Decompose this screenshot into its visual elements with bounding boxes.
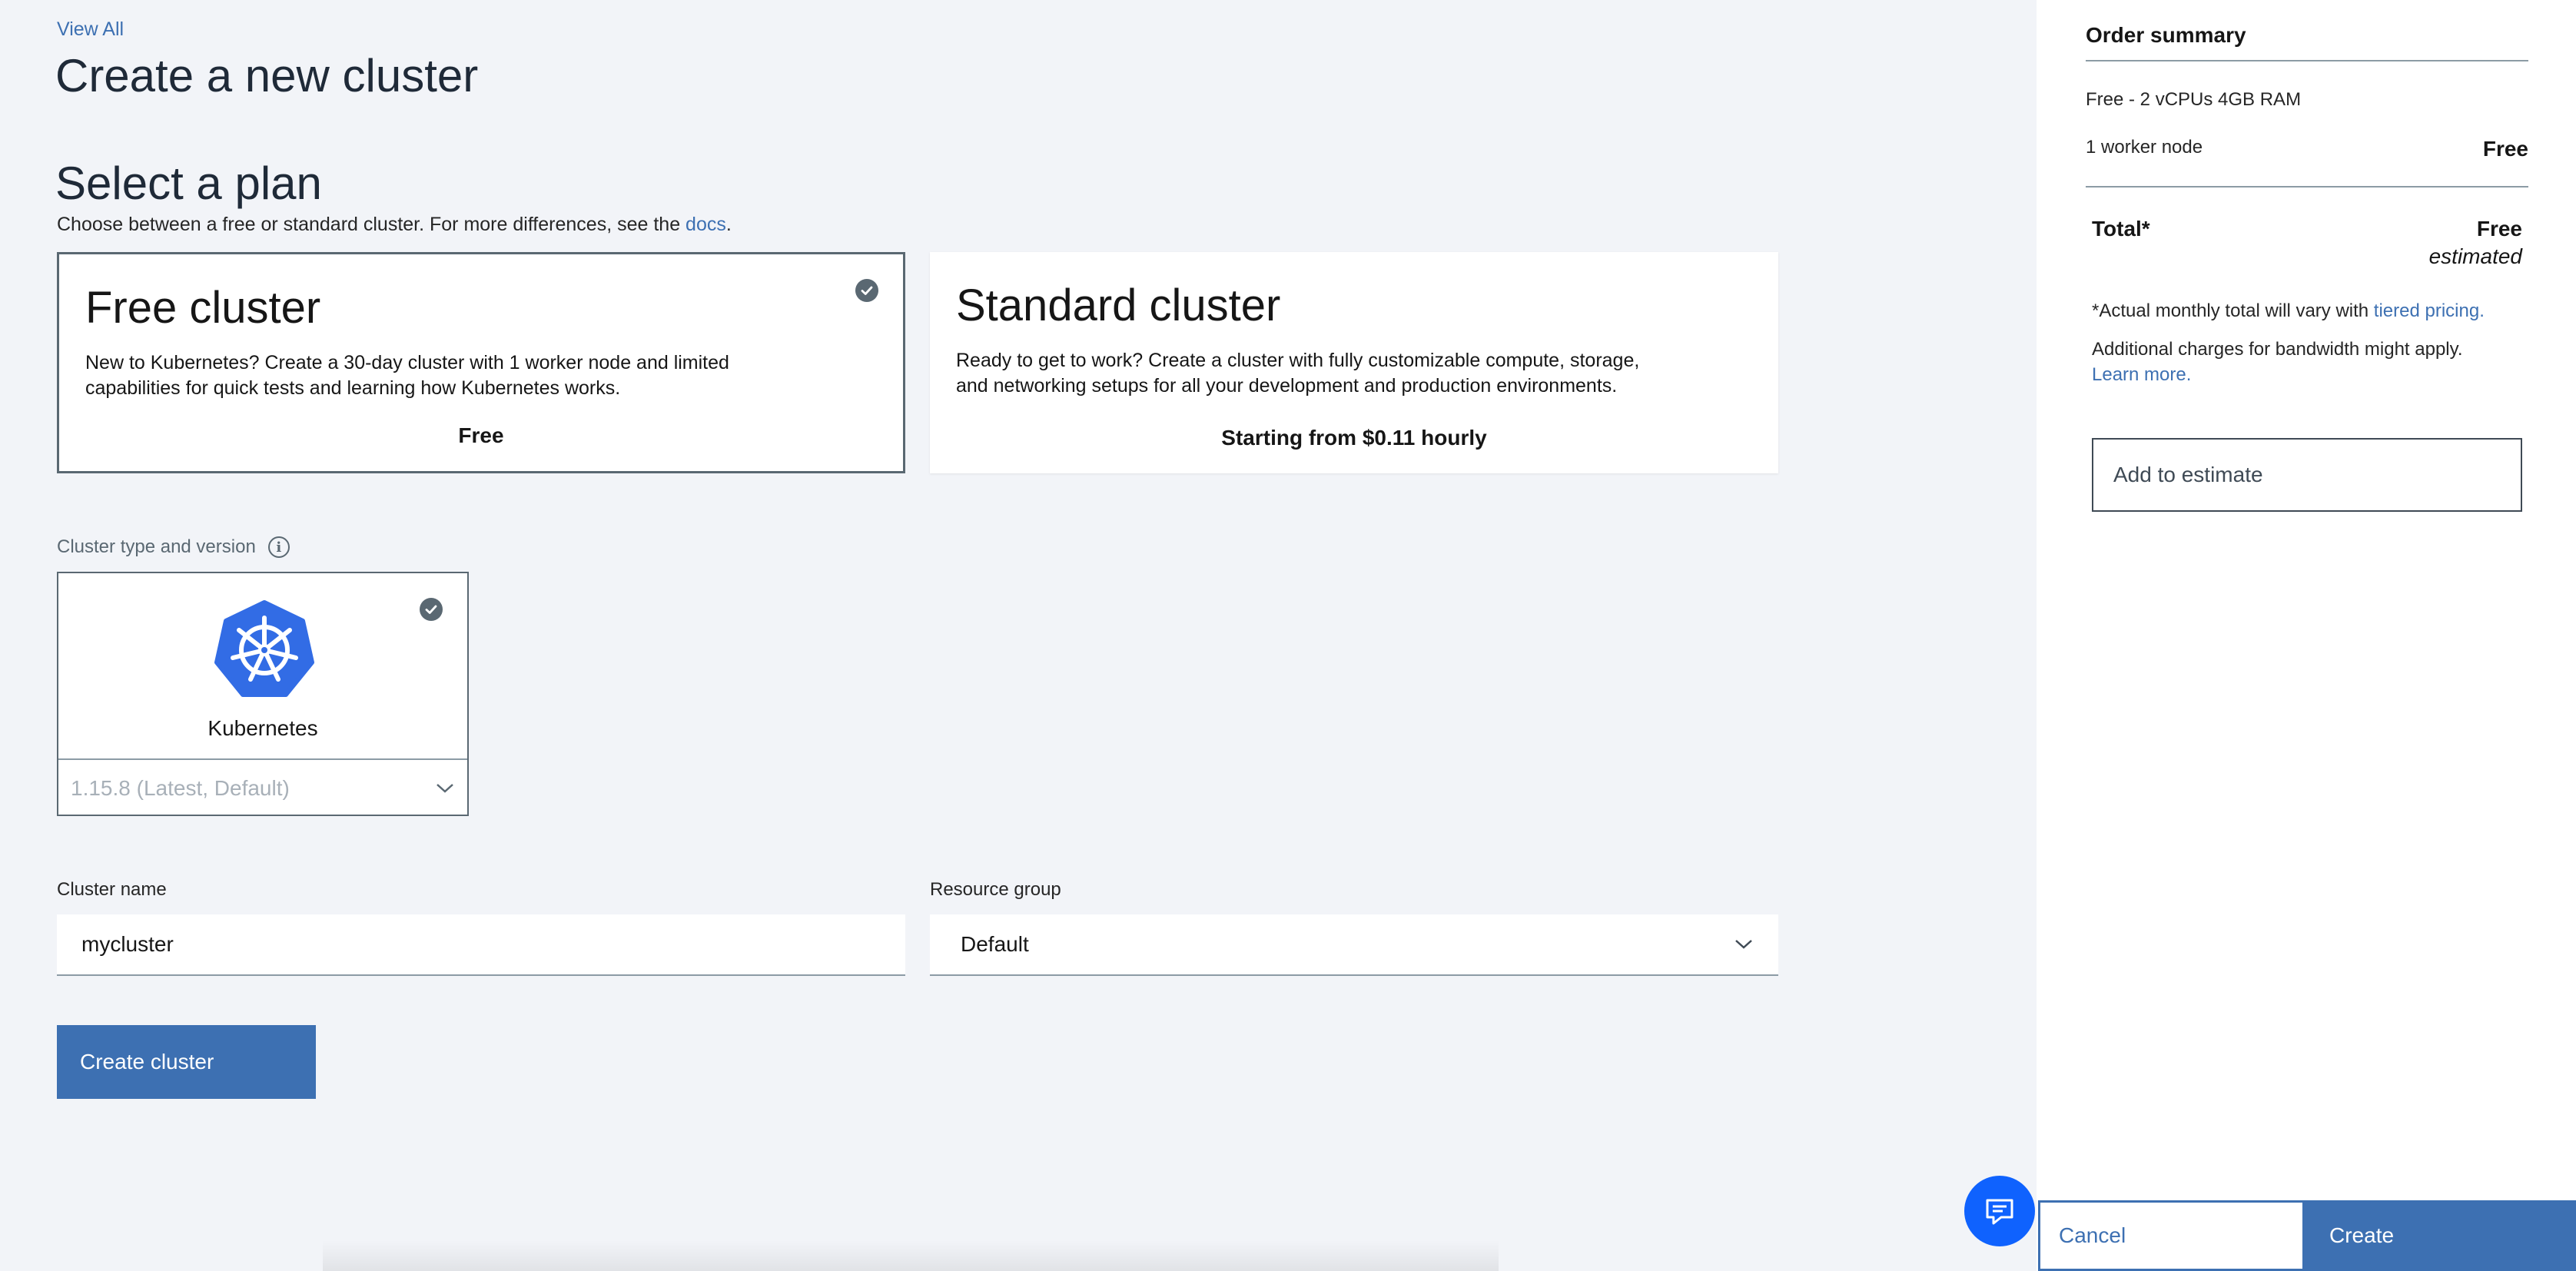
plan-description-end: . [725, 214, 732, 235]
version-value: 1.15.8 (Latest, Default) [71, 775, 290, 800]
standard-cluster-card[interactable]: Standard cluster Ready to get to work? C… [930, 252, 1778, 473]
plan-card-price: Free [458, 423, 504, 447]
worker-label: 1 worker node [2086, 137, 2203, 158]
cluster-name-label: Cluster name [57, 879, 167, 900]
resource-group-select[interactable]: Default [930, 914, 1778, 976]
plan-line: Free - 2 vCPUs 4GB RAM [2086, 89, 2528, 111]
bandwidth-note: Additional charges for bandwidth might a… [2092, 337, 2538, 387]
summary-divider [2086, 186, 2528, 187]
checkmark-icon [420, 598, 443, 621]
total-amount: Free [2476, 217, 2522, 241]
info-icon[interactable]: i [267, 536, 290, 558]
pricing-note: *Actual monthly total will vary with tie… [2092, 298, 2538, 324]
worker-value: Free [2482, 137, 2528, 161]
bandwidth-note-text: Additional charges for bandwidth might a… [2092, 339, 2463, 360]
order-summary-title: Order summary [2086, 23, 2246, 47]
cluster-name-input[interactable] [57, 914, 905, 976]
learn-more-link[interactable]: Learn more. [2092, 364, 2191, 385]
plan-card-price: Starting from $0.11 hourly [1221, 426, 1487, 450]
total-label: Total* [2092, 217, 2150, 241]
cancel-button[interactable]: Cancel [2038, 1200, 2305, 1271]
resource-group-label: Resource group [930, 879, 1061, 900]
kubernetes-type-card[interactable]: Kubernetes 1.15.8 (Latest, Default) [57, 572, 469, 816]
cluster-type-label: Cluster type and version i [57, 536, 290, 558]
chat-icon [1986, 1199, 2013, 1225]
plan-card-description: Ready to get to work? Create a cluster w… [956, 350, 1640, 397]
chevron-down-icon [1735, 940, 1752, 949]
cluster-type-label-text: Cluster type and version [57, 536, 256, 557]
pricing-note-text: *Actual monthly total will vary with [2092, 300, 2374, 321]
free-cluster-card[interactable]: Free cluster New to Kubernetes? Create a… [57, 252, 905, 473]
bottom-shadow [323, 1240, 1499, 1271]
create-button[interactable]: Create [2305, 1200, 2576, 1271]
plan-description-text: Choose between a free or standard cluste… [57, 214, 686, 235]
main-content: View All Create a new cluster Select a p… [0, 0, 2037, 1271]
plan-description: Choose between a free or standard cluste… [57, 214, 732, 236]
version-select[interactable]: 1.15.8 (Latest, Default) [58, 758, 467, 816]
worker-row: 1 worker node Free [2086, 137, 2528, 161]
chevron-down-icon [437, 783, 453, 793]
docs-link[interactable]: docs [685, 214, 726, 235]
checkmark-icon [855, 279, 878, 302]
kubernetes-logo-icon [214, 600, 314, 697]
resource-group-value: Default [961, 932, 1029, 956]
total-estimated: estimated [2428, 244, 2522, 268]
view-all-link[interactable]: View All [57, 18, 124, 41]
plan-card-title: Standard cluster [956, 280, 1281, 330]
page-title: Create a new cluster [55, 50, 479, 101]
plan-line-text: Free - 2 vCPUs 4GB RAM [2086, 89, 2302, 110]
order-summary-panel: Order summary Free - 2 vCPUs 4GB RAM 1 w… [2037, 0, 2576, 1271]
plan-card-title: Free cluster [85, 283, 321, 333]
add-to-estimate-button[interactable]: Add to estimate [2092, 438, 2522, 512]
plan-section-title: Select a plan [55, 158, 322, 209]
plan-card-description: New to Kubernetes? Create a 30-day clust… [85, 352, 729, 399]
total-value: Free estimated [2429, 217, 2522, 269]
tiered-pricing-link[interactable]: tiered pricing. [2374, 300, 2485, 321]
total-row: Total* Free estimated [2092, 217, 2522, 269]
kubernetes-name: Kubernetes [207, 716, 318, 740]
chat-button[interactable] [1964, 1176, 2035, 1246]
summary-divider [2086, 60, 2528, 61]
create-cluster-button[interactable]: Create cluster [57, 1025, 316, 1099]
